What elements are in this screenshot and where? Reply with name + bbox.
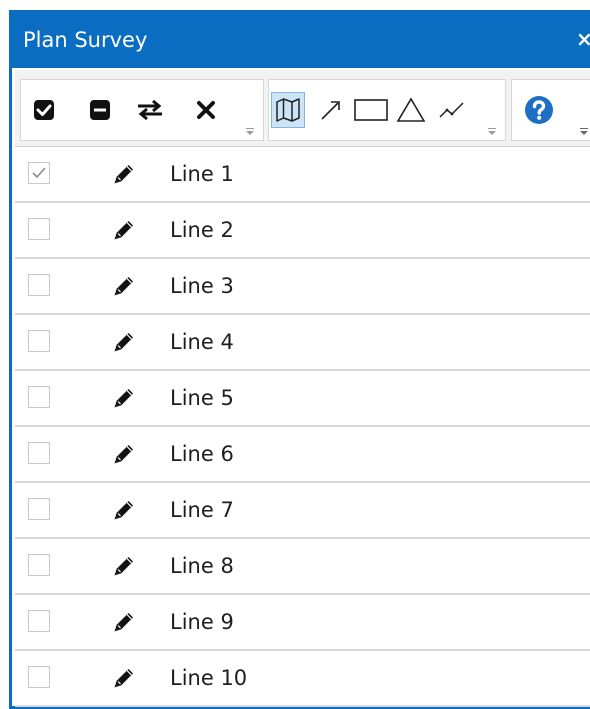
line-visibility-checkbox[interactable] [28, 666, 50, 688]
line-visibility-checkbox[interactable] [28, 386, 50, 408]
swap-button[interactable] [133, 92, 167, 128]
line-label: Line 5 [170, 386, 234, 410]
line-label: Line 8 [170, 554, 234, 578]
edit-line-button[interactable] [111, 665, 137, 691]
pencil-icon [114, 333, 133, 352]
selection-toolbar-group [20, 79, 264, 141]
uncheck-all-icon [90, 100, 110, 120]
arrow-tool-button[interactable] [314, 92, 348, 128]
line-label: Line 1 [170, 162, 234, 186]
swap-icon [138, 99, 162, 121]
pencil-icon [114, 501, 133, 520]
panel-frame: Line 1 Line 2 Line 3 Line 4 Line 5 Line 6 Line… [9, 68, 590, 709]
line-row[interactable]: Line 5 [15, 371, 590, 427]
edit-line-button[interactable] [111, 329, 137, 355]
uncheck-all-button[interactable] [83, 92, 117, 128]
line-visibility-checkbox[interactable] [28, 442, 50, 464]
edit-line-button[interactable] [111, 553, 137, 579]
help-group-dropdown-icon[interactable] [579, 128, 589, 136]
line-visibility-checkbox[interactable] [28, 554, 50, 576]
window-title: Plan Survey [23, 28, 148, 52]
line-row[interactable]: Line 3 [15, 259, 590, 315]
line-label: Line 6 [170, 442, 234, 466]
map-tool-button[interactable] [271, 92, 305, 128]
line-visibility-checkbox[interactable] [28, 162, 50, 184]
line-label: Line 9 [170, 610, 234, 634]
rectangle-tool-button[interactable] [351, 92, 391, 128]
arrow-icon [321, 101, 340, 120]
polyline-tool-button[interactable] [435, 92, 469, 128]
line-label: Line 4 [170, 330, 234, 354]
edit-line-button[interactable] [111, 609, 137, 635]
pencil-icon [114, 669, 133, 688]
selection-group-dropdown-icon[interactable] [245, 128, 255, 136]
line-visibility-checkbox[interactable] [28, 218, 50, 240]
delete-button[interactable] [189, 92, 223, 128]
line-row[interactable]: Line 4 [15, 315, 590, 371]
edit-line-button[interactable] [111, 497, 137, 523]
map-icon [276, 98, 300, 122]
line-label: Line 2 [170, 218, 234, 242]
close-button[interactable]: × [576, 28, 590, 50]
line-row[interactable]: Line 9 [15, 595, 590, 651]
line-visibility-checkbox[interactable] [28, 610, 50, 632]
toolbar [15, 70, 590, 147]
line-row[interactable]: Line 10 [15, 651, 590, 707]
triangle-icon [396, 97, 426, 122]
line-visibility-checkbox[interactable] [28, 498, 50, 520]
line-row[interactable]: Line 1 [15, 147, 590, 203]
drawing-toolbar-group [268, 79, 506, 141]
pencil-icon [114, 277, 133, 296]
line-row[interactable]: Line 2 [15, 203, 590, 259]
line-row[interactable]: Line 6 [15, 427, 590, 483]
checkmark-icon [32, 167, 46, 179]
line-label: Line 10 [170, 666, 248, 690]
edit-line-button[interactable] [111, 273, 137, 299]
pencil-icon [114, 221, 133, 240]
drawing-group-dropdown-icon[interactable] [487, 128, 497, 136]
pencil-icon [114, 165, 133, 184]
line-label: Line 7 [170, 498, 234, 522]
pencil-icon [114, 557, 133, 576]
triangle-tool-button[interactable] [394, 92, 428, 128]
check-all-button[interactable] [27, 92, 61, 128]
polyline-icon [439, 102, 464, 118]
line-visibility-checkbox[interactable] [28, 330, 50, 352]
line-label: Line 3 [170, 274, 234, 298]
edit-line-button[interactable] [111, 385, 137, 411]
edit-line-button[interactable] [111, 161, 137, 187]
edit-line-button[interactable] [111, 441, 137, 467]
line-visibility-checkbox[interactable] [28, 274, 50, 296]
help-button[interactable] [522, 92, 556, 128]
delete-icon [197, 101, 215, 119]
help-icon [525, 96, 553, 124]
pencil-icon [114, 389, 133, 408]
title-bar: Plan Survey × [9, 10, 590, 68]
help-toolbar-group [511, 79, 590, 141]
pencil-icon [114, 445, 133, 464]
edit-line-button[interactable] [111, 217, 137, 243]
pencil-icon [114, 613, 133, 632]
line-list: Line 1 Line 2 Line 3 Line 4 Line 5 Line 6 Line… [15, 147, 590, 707]
rectangle-icon [354, 99, 388, 121]
plan-survey-panel: Plan Survey × Line 1 Line 2 Line 3 Line … [9, 10, 590, 709]
line-row[interactable]: Line 7 [15, 483, 590, 539]
line-row[interactable]: Line 8 [15, 539, 590, 595]
check-all-icon [34, 100, 54, 120]
